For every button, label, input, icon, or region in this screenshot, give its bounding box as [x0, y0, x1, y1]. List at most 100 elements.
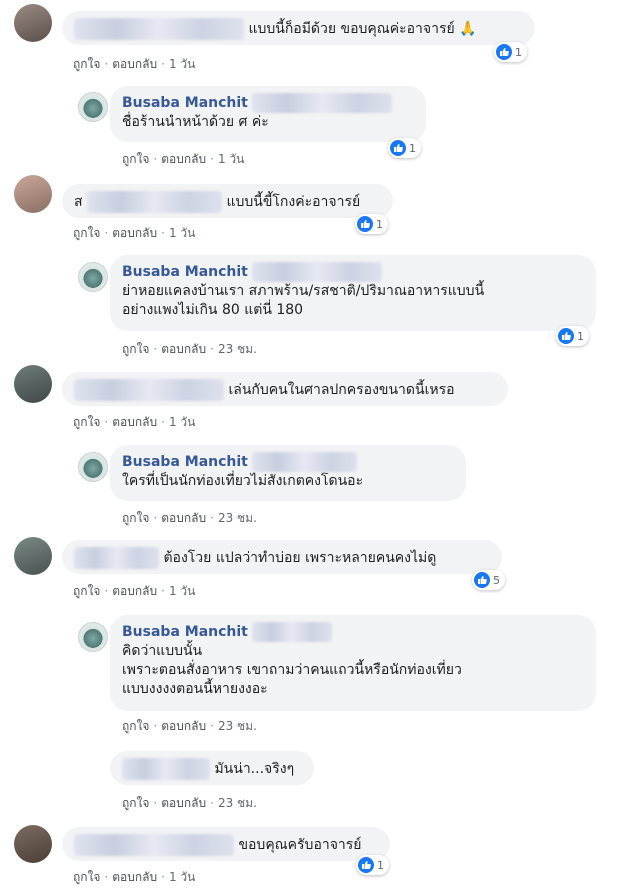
redacted-name[interactable] — [74, 379, 224, 401]
comment-bubble: แบบนี้ก็อมีด้วย ขอบคุณค่ะอาจารย์ 🙏 — [62, 11, 535, 45]
comment-prefix: ส — [74, 194, 83, 210]
separator: · — [153, 342, 158, 356]
separator: · — [210, 342, 214, 356]
comment-actions: ถูกใจ · ตอบกลับ · 23 ชม. — [122, 717, 257, 736]
timestamp[interactable]: 1 วัน — [169, 584, 195, 598]
separator: · — [153, 719, 158, 733]
reaction-count[interactable]: 1 — [356, 855, 389, 875]
avatar[interactable] — [14, 537, 52, 575]
reaction-count[interactable]: 1 — [556, 326, 589, 346]
comment-bubble: Busaba Manchit ใครที่เป็นนักท่องเที่ยวไม… — [110, 445, 466, 501]
like-reaction-icon — [357, 216, 373, 232]
comment-bubble: ขอบคุณครับอาจารย์ — [62, 827, 390, 861]
reply-link[interactable]: ตอบกลับ — [112, 415, 157, 429]
reply-link[interactable]: ตอบกลับ — [161, 796, 206, 810]
comment-actions: ถูกใจ · ตอบกลับ · 1 วัน — [73, 582, 195, 601]
comment-text: ขอบคุณครับอาจารย์ — [238, 837, 362, 853]
like-reaction-icon — [358, 857, 374, 873]
separator: · — [161, 226, 165, 240]
reaction-count[interactable]: 5 — [472, 570, 505, 590]
reply-link[interactable]: ตอบกลับ — [161, 511, 206, 525]
like-link[interactable]: ถูกใจ — [122, 152, 149, 166]
like-link[interactable]: ถูกใจ — [122, 511, 149, 525]
timestamp[interactable]: 23 ชม. — [218, 342, 257, 356]
redacted-name[interactable] — [252, 622, 333, 642]
separator: · — [104, 226, 109, 240]
timestamp[interactable]: 23 ชม. — [218, 719, 257, 733]
reaction-number: 5 — [493, 573, 500, 587]
avatar[interactable] — [14, 365, 52, 403]
redacted-name[interactable] — [252, 452, 358, 472]
reply-link[interactable]: ตอบกลับ — [161, 342, 206, 356]
comment-bubble: Busaba Manchit ย่าหอยแคลงบ้านเรา สภาพร้า… — [110, 255, 596, 331]
redacted-name[interactable] — [252, 262, 383, 282]
like-link[interactable]: ถูกใจ — [73, 870, 100, 884]
comment-actions: ถูกใจ · ตอบกลับ · 1 วัน — [73, 55, 195, 74]
comment-actions: ถูกใจ · ตอบกลับ · 1 วัน — [73, 868, 195, 887]
comment-text: คิดว่าแบบนั้น เพราะตอนสั่งอาหาร เขาถามว่… — [122, 643, 462, 697]
timestamp[interactable]: 1 วัน — [169, 870, 195, 884]
avatar[interactable] — [14, 4, 52, 42]
separator: · — [161, 57, 165, 71]
timestamp[interactable]: 1 วัน — [169, 415, 195, 429]
comment-text: ย่าหอยแคลงบ้านเรา สภาพร้าน/รสชาติ/ปริมาณ… — [122, 283, 485, 318]
like-link[interactable]: ถูกใจ — [73, 415, 100, 429]
timestamp[interactable]: 1 วัน — [218, 152, 244, 166]
reply-link[interactable]: ตอบกลับ — [112, 226, 157, 240]
like-link[interactable]: ถูกใจ — [122, 342, 149, 356]
timestamp[interactable]: 23 ชม. — [218, 796, 257, 810]
avatar[interactable] — [14, 175, 52, 213]
redacted-name[interactable] — [74, 834, 234, 856]
redacted-name[interactable] — [87, 191, 222, 213]
avatar[interactable] — [78, 452, 108, 482]
reaction-count[interactable]: 1 — [494, 42, 527, 62]
comment-text: ใครที่เป็นนักท่องเที่ยวไม่สังเกตคงโดนอะ — [122, 473, 364, 489]
redacted-name[interactable] — [252, 93, 393, 113]
avatar[interactable] — [78, 622, 108, 652]
author-name[interactable]: Busaba Manchit — [122, 95, 248, 111]
separator: · — [153, 796, 158, 810]
timestamp[interactable]: 23 ชม. — [218, 511, 257, 525]
avatar[interactable] — [78, 92, 108, 122]
comment-text: แบบนี้ขี้โกงค่ะอาจารย์ — [226, 194, 361, 210]
comment-bubble: เล่นกับคนในศาลปกครองขนาดนี้เหรอ — [62, 372, 508, 406]
reaction-number: 1 — [376, 217, 383, 231]
separator: · — [210, 152, 214, 166]
author-name[interactable]: Busaba Manchit — [122, 264, 248, 280]
comment-actions: ถูกใจ · ตอบกลับ · 23 ชม. — [122, 509, 257, 528]
timestamp[interactable]: 1 วัน — [169, 226, 195, 240]
like-reaction-icon — [474, 572, 490, 588]
reaction-number: 1 — [377, 858, 384, 872]
reaction-count[interactable]: 1 — [388, 138, 421, 158]
like-link[interactable]: ถูกใจ — [73, 57, 100, 71]
reaction-count[interactable]: 1 — [355, 214, 388, 234]
separator: · — [161, 870, 165, 884]
comment-bubble: Busaba Manchit ชื่อร้านนำหน้าด้วย ศ ค่ะ — [110, 86, 426, 142]
separator: · — [210, 719, 214, 733]
like-link[interactable]: ถูกใจ — [122, 719, 149, 733]
reply-link[interactable]: ตอบกลับ — [112, 57, 157, 71]
reply-link[interactable]: ตอบกลับ — [112, 584, 157, 598]
avatar[interactable] — [78, 262, 108, 292]
separator: · — [104, 584, 109, 598]
separator: · — [153, 152, 158, 166]
redacted-name[interactable] — [122, 758, 210, 780]
author-name[interactable]: Busaba Manchit — [122, 624, 248, 640]
avatar[interactable] — [14, 825, 52, 863]
separator: · — [161, 415, 165, 429]
separator: · — [153, 511, 158, 525]
like-link[interactable]: ถูกใจ — [73, 584, 100, 598]
reply-link[interactable]: ตอบกลับ — [161, 719, 206, 733]
reply-link[interactable]: ตอบกลับ — [161, 152, 206, 166]
like-link[interactable]: ถูกใจ — [73, 226, 100, 240]
comment-bubble: ต้องโวย แปลว่าทำบ่อย เพราะหลายคนคงไม่ดู — [62, 540, 502, 574]
separator: · — [104, 57, 109, 71]
reply-link[interactable]: ตอบกลับ — [112, 870, 157, 884]
author-name[interactable]: Busaba Manchit — [122, 454, 248, 470]
timestamp[interactable]: 1 วัน — [169, 57, 195, 71]
redacted-name[interactable] — [74, 547, 159, 569]
comment-text: แบบนี้ก็อมีด้วย ขอบคุณค่ะอาจารย์ 🙏 — [248, 21, 477, 37]
redacted-name[interactable] — [74, 18, 244, 40]
like-link[interactable]: ถูกใจ — [122, 796, 149, 810]
comment-actions: ถูกใจ · ตอบกลับ · 1 วัน — [73, 224, 195, 243]
